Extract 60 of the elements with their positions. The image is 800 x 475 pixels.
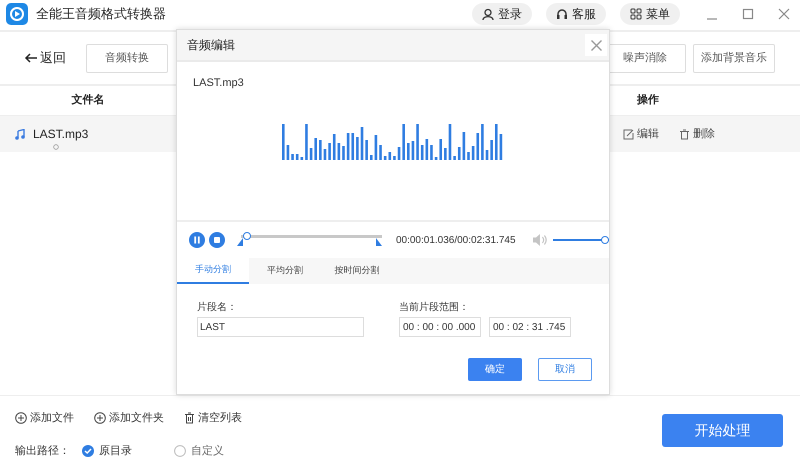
header-button[interactable]: 登录 xyxy=(472,3,532,25)
row-action-button[interactable]: 编辑 xyxy=(623,126,659,142)
stop-icon xyxy=(209,232,225,248)
file-action-button[interactable]: 清空列表 xyxy=(184,410,242,426)
back-button[interactable]: 返回 xyxy=(24,48,66,68)
close-button[interactable] xyxy=(585,34,607,56)
header-button[interactable]: 菜单 xyxy=(620,3,680,25)
logo-icon xyxy=(6,3,28,25)
back-arrow-icon xyxy=(24,53,38,63)
dialog-title: 音频编辑 xyxy=(187,37,235,54)
segment-name-field[interactable]: LAST xyxy=(197,317,364,337)
volume-slider[interactable] xyxy=(553,236,609,244)
file-action-button[interactable]: 添加文件夹 xyxy=(94,410,164,426)
time-field[interactable]: 00 : 00 : 00 .000 xyxy=(399,317,481,337)
pause-button[interactable] xyxy=(189,232,205,248)
grid-icon xyxy=(630,8,642,20)
close-icon xyxy=(590,40,602,50)
range-start-handle-icon xyxy=(237,238,243,246)
tab[interactable]: 平均分割 xyxy=(249,258,321,284)
headset-icon xyxy=(556,8,568,20)
file-action-button[interactable]: 添加文件 xyxy=(15,410,74,426)
minimize-icon xyxy=(706,18,718,20)
time-field[interactable]: 00 : 02 : 31 .745 xyxy=(489,317,571,337)
file-name: LAST.mp3 xyxy=(193,76,244,91)
output-path-label: 输出路径： xyxy=(15,444,70,458)
tool-button[interactable]: 音频转换 xyxy=(86,44,168,72)
plus-circle-icon xyxy=(15,412,27,424)
user-icon xyxy=(482,8,494,20)
field-label: 当前片段范围： xyxy=(399,300,470,314)
radio-option[interactable]: 自定义 xyxy=(174,442,224,459)
app-title: 全能王音频格式转换器 xyxy=(36,5,166,24)
speaker-icon xyxy=(532,233,548,247)
stop-button[interactable] xyxy=(209,232,225,248)
loading-icon xyxy=(53,144,59,150)
tab[interactable]: 按时间分割 xyxy=(321,258,393,284)
maximize-icon xyxy=(742,8,754,20)
volume-thumb[interactable] xyxy=(601,236,610,244)
plus-circle-icon xyxy=(94,412,106,424)
progress-slider[interactable] xyxy=(237,232,382,248)
range-end-handle-icon xyxy=(376,238,382,246)
pause-icon xyxy=(189,232,205,248)
column-header: 文件名 xyxy=(70,92,106,108)
trash-icon xyxy=(679,128,690,140)
tool-button[interactable]: 添加背景音乐 xyxy=(693,44,775,72)
row-action-button[interactable]: 删除 xyxy=(679,126,715,142)
tab[interactable]: 手动分割 xyxy=(177,258,249,284)
edit-icon xyxy=(623,128,634,140)
music-note-icon xyxy=(15,128,25,140)
close-icon xyxy=(778,8,790,20)
file-name: LAST.mp3 xyxy=(33,126,88,143)
start-button[interactable]: 开始处理 xyxy=(662,414,783,447)
time-readout: 00:00:01.036/00:02:31.745 xyxy=(396,234,516,248)
cancel-button[interactable]: 取消 xyxy=(538,358,592,381)
slider-thumb[interactable] xyxy=(242,232,251,240)
header-button[interactable]: 客服 xyxy=(546,3,606,25)
confirm-button[interactable]: 确定 xyxy=(468,358,522,381)
column-header: 操作 xyxy=(636,93,660,108)
field-label: 片段名： xyxy=(197,300,238,314)
trash-icon xyxy=(184,412,195,424)
radio-option[interactable]: 原目录 xyxy=(82,442,132,459)
